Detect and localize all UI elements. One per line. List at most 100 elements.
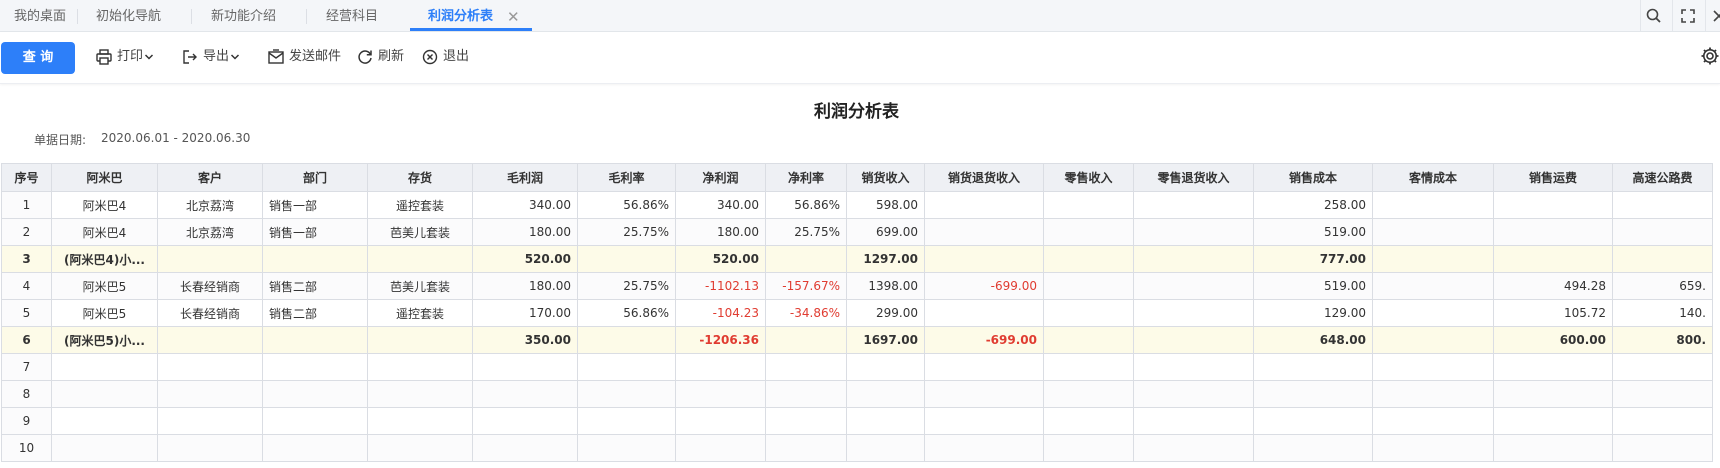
cell-retail-revenue: [1043, 434, 1134, 462]
cell-retail-return-revenue: [1133, 191, 1254, 219]
cell-gross-margin: [577, 434, 676, 462]
cell-sales-freight: 105.72: [1493, 299, 1613, 327]
cell-customer-relation-cost: [1372, 407, 1494, 435]
window-divider: [1672, 0, 1673, 31]
window-divider: [1705, 0, 1706, 31]
cell-department: [262, 434, 368, 462]
refresh-button[interactable]: 刷新: [356, 46, 404, 68]
subtotal-row[interactable]: 3 (阿米巴4)小... 520.00 520.00 1297.00 777.00: [1, 245, 1713, 273]
exit-button[interactable]: 退出: [421, 46, 469, 68]
tab-profit-analysis[interactable]: 利润分析表: [428, 0, 493, 31]
cell-sales-cost: [1253, 407, 1373, 435]
table-row[interactable]: 9: [1, 407, 1713, 435]
cell-sales-return-revenue: [924, 245, 1044, 273]
cell-sales-revenue: 1697.00: [846, 326, 925, 354]
table-row[interactable]: 4 阿米巴5 长春经销商 销售二部 芭美儿套装 180.00 25.75% -1102.13-…: [1, 272, 1713, 300]
cell-net-profit: [675, 353, 766, 381]
cell-sales-revenue: 299.00: [846, 299, 925, 327]
tab-divider: [191, 9, 192, 24]
cell-department: [262, 326, 368, 354]
column-header-retail-revenue[interactable]: 零售收入: [1043, 163, 1134, 192]
subtotal-row[interactable]: 6 (阿米巴5)小... 350.00 -1206.36 1697.00 -699.00 6…: [1, 326, 1713, 354]
cell-gross-profit: 180.00: [472, 218, 578, 246]
table-row[interactable]: 2 阿米巴4 北京荔湾 销售一部 芭美儿套装 180.00 25.75% 180.00 25.7…: [1, 218, 1713, 246]
column-header-retail-return-revenue[interactable]: 零售退货收入: [1133, 163, 1254, 192]
cell-inventory: 遥控套装: [367, 299, 473, 327]
cell-department: 销售一部: [262, 191, 368, 219]
profit-analysis-table: 序号 阿米巴 客户 部门 存货 毛利润 毛利率 净利润 净利率 销货收入 销货退货收入 零售收入 零售退…: [1, 163, 1713, 462]
mail-icon: [268, 49, 284, 64]
column-header-net-margin[interactable]: 净利率: [765, 163, 847, 192]
column-header-sales-revenue[interactable]: 销货收入: [846, 163, 925, 192]
column-header-seq[interactable]: 序号: [1, 163, 52, 192]
print-button[interactable]: 打印: [95, 46, 155, 68]
cell-retail-return-revenue: [1133, 353, 1254, 381]
column-header-inventory[interactable]: 存货: [367, 163, 473, 192]
cell-retail-revenue: [1043, 326, 1134, 354]
cell-retail-return-revenue: [1133, 299, 1254, 327]
cell-net-margin: [765, 434, 847, 462]
table-row[interactable]: 7: [1, 353, 1713, 381]
cell-gross-margin: [577, 353, 676, 381]
column-header-gross-profit[interactable]: 毛利润: [472, 163, 578, 192]
cell-department: [262, 353, 368, 381]
column-header-customer-relation-cost[interactable]: 客情成本: [1372, 163, 1494, 192]
column-header-net-profit[interactable]: 净利润: [675, 163, 766, 192]
tab-my-desktop[interactable]: 我的桌面: [14, 0, 66, 31]
close-icon[interactable]: [1710, 7, 1720, 25]
table-row[interactable]: 8: [1, 380, 1713, 408]
tab-bar: 我的桌面 初始化导航 新功能介绍 经营科目 利润分析表 ✕: [0, 0, 1720, 32]
cell-department: [262, 407, 368, 435]
tab-init-guide[interactable]: 初始化导航: [96, 0, 161, 31]
cell-sales-cost: 519.00: [1253, 218, 1373, 246]
cell-highway-fee: [1612, 218, 1713, 246]
cell-customer-relation-cost: [1372, 380, 1494, 408]
column-header-department[interactable]: 部门: [262, 163, 368, 192]
cell-inventory: 芭美儿套装: [367, 218, 473, 246]
column-header-highway-fee[interactable]: 高速公路费: [1612, 163, 1713, 192]
cell-customer-relation-cost: [1372, 299, 1494, 327]
column-header-sales-return-revenue[interactable]: 销货退货收入: [924, 163, 1044, 192]
cell-amoeba: (阿米巴5)小...: [51, 326, 158, 354]
export-button[interactable]: 导出: [181, 46, 241, 68]
cell-net-profit: -104.23: [675, 299, 766, 327]
cell-sales-return-revenue: [924, 434, 1044, 462]
column-header-customer[interactable]: 客户: [157, 163, 263, 192]
cell-seq: 8: [1, 380, 52, 408]
cell-gross-profit: 180.00: [472, 272, 578, 300]
cell-highway-fee: [1612, 353, 1713, 381]
cell-seq: 6: [1, 326, 52, 354]
gear-icon[interactable]: [1700, 46, 1720, 66]
fullscreen-icon[interactable]: [1679, 7, 1697, 25]
cell-sales-cost: 258.00: [1253, 191, 1373, 219]
query-button[interactable]: 查 询: [1, 42, 75, 74]
exit-icon: [422, 49, 438, 65]
send-email-label: 发送邮件: [289, 49, 342, 64]
tab-business-subjects[interactable]: 经营科目: [326, 0, 378, 31]
send-email-button[interactable]: 发送邮件: [267, 46, 341, 68]
window-divider: [1640, 0, 1641, 31]
printer-icon: [96, 49, 112, 65]
cell-seq: 3: [1, 245, 52, 273]
tab-new-features[interactable]: 新功能介绍: [211, 0, 276, 31]
cell-customer: [157, 326, 263, 354]
cell-inventory: [367, 380, 473, 408]
cell-customer-relation-cost: [1372, 434, 1494, 462]
table-row[interactable]: 5 阿米巴5 长春经销商 销售二部 遥控套装 170.00 56.86% -104.23 -34…: [1, 299, 1713, 327]
cell-customer-relation-cost: [1372, 218, 1494, 246]
cell-sales-return-revenue: -699.00: [924, 272, 1044, 300]
cell-net-profit: [675, 434, 766, 462]
table-header-row: 序号 阿米巴 客户 部门 存货 毛利润 毛利率 净利润 净利率 销货收入 销货退货收入 零售收入 零售退…: [1, 163, 1713, 192]
search-icon[interactable]: [1645, 7, 1663, 25]
column-header-sales-freight[interactable]: 销售运费: [1493, 163, 1613, 192]
table-row[interactable]: 1 阿米巴4 北京荔湾 销售一部 遥控套装 340.00 56.86% 340.00 56.86…: [1, 191, 1713, 219]
cell-sales-return-revenue: [924, 218, 1044, 246]
cell-customer: [157, 245, 263, 273]
column-header-sales-cost[interactable]: 销售成本: [1253, 163, 1373, 192]
column-header-gross-margin[interactable]: 毛利率: [577, 163, 676, 192]
cell-highway-fee: 140.: [1612, 299, 1713, 327]
cell-sales-return-revenue: [924, 299, 1044, 327]
cell-highway-fee: [1612, 380, 1713, 408]
column-header-amoeba[interactable]: 阿米巴: [51, 163, 158, 192]
table-row[interactable]: 10: [1, 434, 1713, 462]
